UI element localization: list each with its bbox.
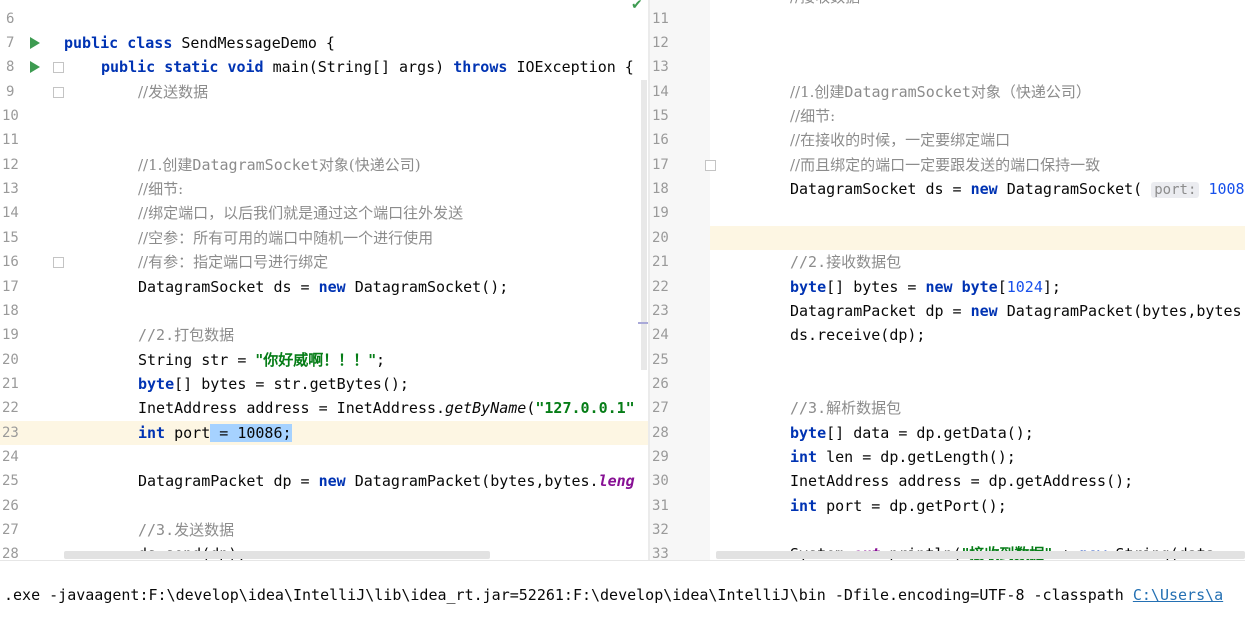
line-number: 17	[652, 157, 669, 173]
code-line: //而且绑定的端口一定要跟发送的端口保持一致	[790, 156, 1101, 174]
line-number: 12	[652, 35, 669, 51]
code-line: //接收数据	[790, 0, 1245, 9]
code-line: byte[] data = dp.getData();	[790, 424, 1034, 442]
right-editor-pane[interactable]: 11 12 13 14 15 16 17 18 19 20 21 22 23 2…	[650, 0, 1245, 560]
line-number: 32	[652, 522, 669, 538]
line-number: 8	[6, 59, 15, 75]
run-console[interactable]: .exe -javaagent:F:\develop\idea\IntelliJ…	[0, 560, 1245, 639]
code-line: //绑定端口，以后我们就是通过这个端口往外发送	[138, 204, 464, 222]
line-number: 31	[652, 498, 669, 514]
line-number: 16	[2, 254, 19, 270]
line-number: 20	[652, 230, 669, 246]
line-number: 27	[2, 522, 19, 538]
line-number: 16	[652, 132, 669, 148]
line-number: 21	[2, 376, 19, 392]
line-number: 20	[2, 352, 19, 368]
line-number: 26	[2, 498, 19, 514]
horizontal-scrollbar[interactable]	[64, 551, 490, 559]
line-number: 30	[652, 473, 669, 489]
line-number: 19	[2, 327, 19, 343]
line-number: 14	[652, 84, 669, 100]
code-line: int port = 10086;	[138, 424, 292, 442]
code-line: //空参：所有可用的端口中随机一个进行使用	[138, 229, 434, 247]
line-number: 11	[2, 132, 19, 148]
line-number: 10	[2, 108, 19, 124]
classpath-link[interactable]: C:\Users\a	[1133, 586, 1223, 604]
code-line: public static void main(String[] args) t…	[101, 58, 634, 76]
parameter-hint: port:	[1151, 182, 1200, 198]
line-number: 13	[652, 59, 669, 75]
right-code-area[interactable]: //接收数据 //1.创建DatagramSocket对象（快递公司） //细节…	[790, 0, 1245, 560]
line-number: 12	[2, 157, 19, 173]
line-number: 26	[652, 376, 669, 392]
line-number: 23	[652, 303, 669, 319]
code-line: InetAddress address = InetAddress.getByN…	[138, 399, 635, 417]
left-code-area[interactable]: public class SendMessageDemo { public st…	[64, 0, 648, 560]
line-number: 29	[652, 449, 669, 465]
code-line: DatagramSocket ds = new DatagramSocket()…	[138, 278, 509, 296]
code-line: //发送数据	[138, 83, 209, 101]
code-line: DatagramPacket dp = new DatagramPacket(b…	[790, 302, 1245, 320]
code-line: InetAddress address = dp.getAddress();	[790, 472, 1134, 490]
code-line: //3.解析数据包	[790, 399, 902, 417]
code-line: byte[] bytes = str.getBytes();	[138, 375, 409, 393]
fold-icon[interactable]	[53, 62, 64, 73]
run-gutter-icon[interactable]	[30, 61, 40, 73]
line-number: 9	[6, 84, 15, 100]
line-number: 6	[6, 11, 15, 27]
fold-icon[interactable]	[705, 160, 716, 171]
line-number: 15	[2, 230, 19, 246]
code-line: //在接收的时候，一定要绑定端口	[790, 131, 1011, 149]
run-gutter-icon[interactable]	[30, 37, 40, 49]
line-number: 28	[2, 546, 19, 560]
code-line: DatagramPacket dp = new DatagramPacket(b…	[138, 472, 635, 490]
code-line: //1.创建DatagramSocket对象（快递公司）	[790, 83, 1091, 101]
line-number: 18	[652, 181, 669, 197]
line-number: 15	[652, 108, 669, 124]
scroll-marker	[638, 322, 648, 324]
vertical-scrollbar[interactable]	[641, 80, 647, 370]
code-line: //3.发送数据	[138, 521, 235, 539]
code-line: byte[] bytes = new byte[1024];	[790, 278, 1061, 296]
line-number: 22	[2, 400, 19, 416]
line-number: 17	[2, 279, 19, 295]
code-line: //有参：指定端口号进行绑定	[138, 253, 329, 271]
text-selection: = 10086;	[210, 424, 292, 442]
code-line: ds.receive(dp);	[790, 326, 926, 344]
line-number: 27	[652, 400, 669, 416]
line-number: 24	[2, 449, 19, 465]
code-line: int len = dp.getLength();	[790, 448, 1016, 466]
line-number: 23	[2, 425, 19, 441]
code-line: //2.接收数据包	[790, 253, 902, 271]
fold-icon[interactable]	[53, 257, 64, 268]
code-line: DatagramSocket ds = new DatagramSocket( …	[790, 180, 1245, 198]
line-number: 24	[652, 327, 669, 343]
line-number: 21	[652, 254, 669, 270]
code-line: //1.创建DatagramSocket对象(快递公司)	[138, 156, 421, 174]
line-number: 25	[2, 473, 19, 489]
line-number: 28	[652, 425, 669, 441]
line-number: 22	[652, 279, 669, 295]
line-number: 33	[652, 546, 669, 560]
line-number: 13	[2, 181, 19, 197]
code-line: //2.打包数据	[138, 326, 235, 344]
line-number: 19	[652, 205, 669, 221]
left-editor-pane[interactable]: 6 7 8 9 10 11 12 13 14 15 16 17 18 19 20…	[0, 0, 648, 560]
code-line: int port = dp.getPort();	[790, 497, 1007, 515]
code-line: //细节:	[790, 107, 836, 125]
line-number: 18	[2, 303, 19, 319]
line-number: 25	[652, 352, 669, 368]
line-number: 11	[652, 11, 669, 27]
line-number: 7	[6, 35, 15, 51]
code-line: String str = "你好威啊！！！";	[138, 351, 386, 369]
code-line: public class SendMessageDemo {	[64, 34, 335, 52]
code-line: //细节:	[138, 180, 184, 198]
fold-icon[interactable]	[53, 87, 64, 98]
horizontal-scrollbar[interactable]	[716, 551, 1245, 559]
line-number: 14	[2, 205, 19, 221]
console-command-line: .exe -javaagent:F:\develop\idea\IntelliJ…	[4, 586, 1224, 604]
